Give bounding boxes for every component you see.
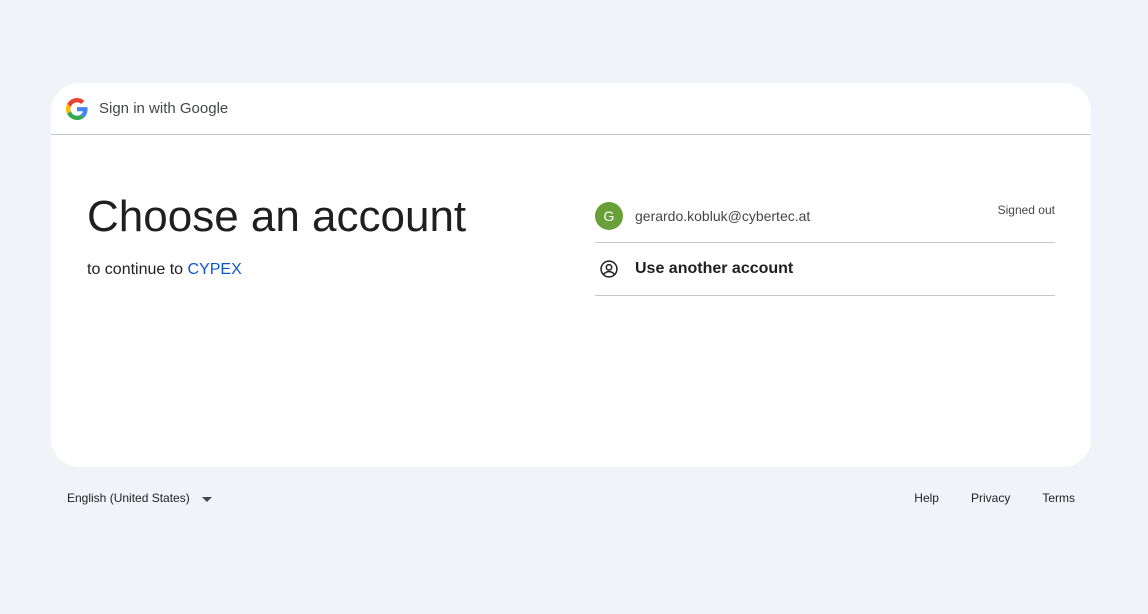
account-circle-icon [595,255,623,283]
card-header: Sign in with Google [51,83,1091,135]
language-selector[interactable]: English (United States) [67,491,212,505]
avatar: G [595,202,623,230]
heading-section: Choose an account to continue to CYPEX [87,191,466,279]
subtitle: to continue to CYPEX [87,261,466,279]
use-another-account-label: Use another account [635,260,794,277]
use-another-account-button[interactable]: Use another account [595,243,1055,296]
sign-in-card: Sign in with Google Choose an account to… [51,83,1091,467]
account-list: G gerardo.kobluk@cybertec.at Signed out … [595,190,1055,296]
google-g-icon [66,97,88,120]
account-email: gerardo.kobluk@cybertec.at [635,208,811,224]
privacy-link[interactable]: Privacy [971,491,1010,505]
chevron-down-icon [201,493,212,503]
account-status: Signed out [997,203,1055,217]
header-title: Sign in with Google [99,100,229,117]
terms-link[interactable]: Terms [1042,491,1075,505]
app-name-link[interactable]: CYPEX [188,261,242,278]
page-title: Choose an account [87,192,467,241]
subtitle-prefix: to continue to [87,261,188,278]
account-item[interactable]: G gerardo.kobluk@cybertec.at Signed out [595,190,1055,243]
footer-links: Help Privacy Terms [882,491,1075,505]
footer: English (United States) Help Privacy Ter… [51,483,1091,515]
help-link[interactable]: Help [914,491,939,505]
language-label: English (United States) [67,491,190,505]
